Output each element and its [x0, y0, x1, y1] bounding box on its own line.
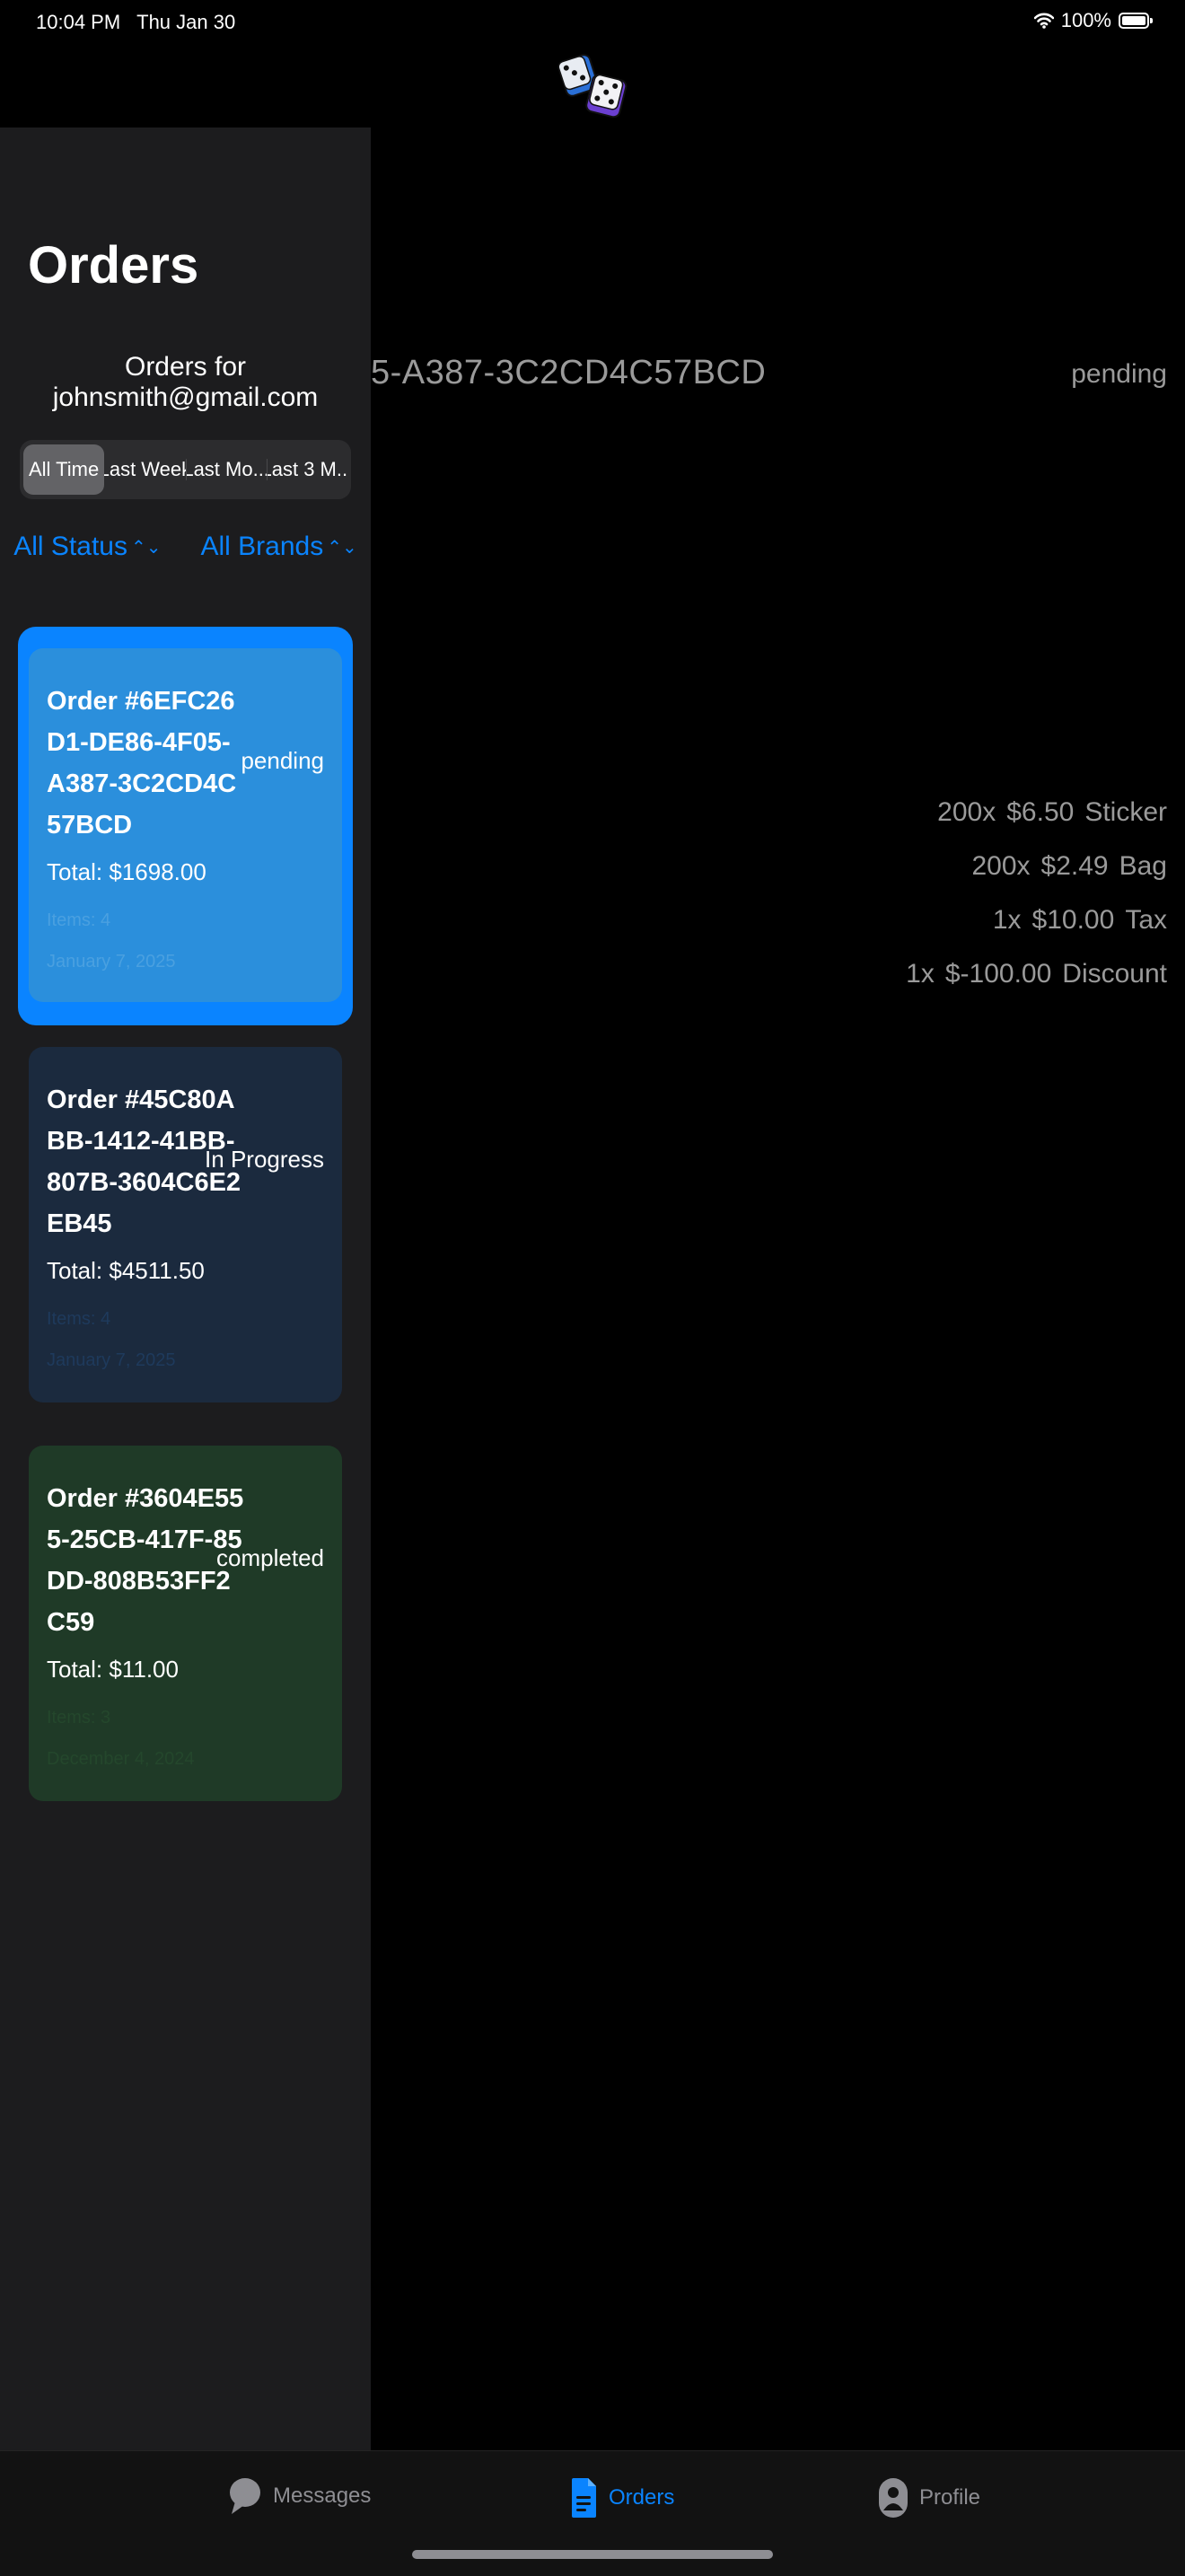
battery-icon	[1119, 13, 1153, 29]
page-title: Orders	[28, 236, 199, 295]
detail-status: pending	[1071, 359, 1167, 389]
tab-orders-label: Orders	[609, 2485, 675, 2510]
brands-filter-button[interactable]: All Brands ⌃⌄	[201, 532, 357, 562]
orders-subtitle: Orders for johnsmith@gmail.com	[52, 352, 319, 412]
filters-row: All Status ⌃⌄ All Brands ⌃⌄	[0, 532, 371, 562]
order-card[interactable]: Order #45C80ABB-1412-41BB-807B-3604C6E2E…	[29, 1047, 342, 1402]
time-range-segmented-control: All Time Last Week Last Mo... Last 3 M..…	[20, 440, 351, 499]
line-item: 200x $6.50 Sticker	[937, 797, 1167, 828]
dice-logo-icon	[557, 54, 628, 119]
order-date: January 7, 2025	[47, 1350, 176, 1370]
line-item-price: $10.00	[1031, 905, 1115, 935]
order-total: Total: $11.00	[47, 1656, 179, 1683]
order-title: Order #6EFC26D1-DE86-4F05-A387-3C2CD4C57…	[47, 687, 237, 840]
document-icon	[572, 2478, 596, 2518]
segment-last-month[interactable]: Last Mo...	[185, 444, 267, 495]
order-total: Total: $1698.00	[47, 858, 206, 885]
chevron-up-down-icon: ⌃⌄	[130, 537, 162, 558]
tab-messages-label: Messages	[273, 2484, 372, 2508]
status-bar-right: 100%	[1033, 9, 1153, 32]
home-indicator[interactable]	[412, 2550, 773, 2559]
order-date: January 7, 2025	[47, 952, 176, 971]
status-filter-button[interactable]: All Status ⌃⌄	[13, 532, 161, 562]
line-items-list: 200x $6.50 Sticker 200x $2.49 Bag 1x $10…	[906, 797, 1167, 989]
order-card[interactable]: Order #6EFC26D1-DE86-4F05-A387-3C2CD4C57…	[29, 648, 342, 1002]
line-item-name: Discount	[1062, 959, 1167, 989]
tab-profile-label: Profile	[919, 2485, 981, 2510]
line-item-price: $6.50	[1006, 797, 1075, 827]
detail-order-id: 5-A387-3C2CD4C57BCD	[371, 354, 767, 391]
status-bar-time: 10:04 PM Thu Jan 30	[36, 11, 235, 34]
segment-last-week[interactable]: Last Week	[104, 444, 185, 495]
chat-bubble-icon	[230, 2478, 260, 2514]
order-date: December 4, 2024	[47, 1749, 195, 1769]
order-items-count: Items: 4	[47, 910, 111, 930]
line-item-price: $-100.00	[944, 959, 1052, 989]
chevron-up-down-icon: ⌃⌄	[327, 537, 357, 558]
line-item-name: Bag	[1119, 851, 1167, 881]
order-card[interactable]: Order #3604E555-25CB-417F-85DD-808B53FF2…	[29, 1446, 342, 1801]
line-item-qty: 200x	[971, 851, 1031, 881]
line-item-price: $2.49	[1040, 851, 1109, 881]
line-item-qty: 1x	[906, 959, 935, 989]
line-item-name: Sticker	[1084, 797, 1167, 827]
status-time: 10:04 PM	[36, 11, 121, 33]
order-status: In Progress	[205, 1146, 324, 1173]
battery-percent: 100%	[1060, 9, 1111, 31]
wifi-icon	[1033, 13, 1054, 29]
line-item: 1x $10.00 Tax	[993, 905, 1167, 936]
line-item-qty: 1x	[992, 905, 1022, 935]
tab-orders[interactable]: Orders	[571, 2476, 674, 2519]
status-filter-label: All Status	[13, 532, 127, 561]
person-circle-icon	[879, 2478, 908, 2518]
order-total: Total: $4511.50	[47, 1257, 205, 1284]
brands-filter-label: All Brands	[200, 532, 324, 561]
order-items-count: Items: 3	[47, 1708, 111, 1728]
line-item-qty: 200x	[937, 797, 996, 827]
order-status: pending	[241, 747, 324, 774]
tab-profile[interactable]: Profile	[878, 2476, 980, 2519]
order-status: completed	[216, 1544, 324, 1571]
line-item-name: Tax	[1125, 905, 1167, 935]
tab-messages[interactable]: Messages	[228, 2476, 371, 2516]
line-item: 1x $-100.00 Discount	[906, 959, 1167, 989]
order-items-count: Items: 4	[47, 1309, 111, 1329]
segment-all-time[interactable]: All Time	[23, 444, 105, 495]
segment-last-3-months[interactable]: Last 3 M...	[266, 444, 347, 495]
status-date: Thu Jan 30	[136, 11, 236, 33]
line-item: 200x $2.49 Bag	[971, 851, 1167, 882]
